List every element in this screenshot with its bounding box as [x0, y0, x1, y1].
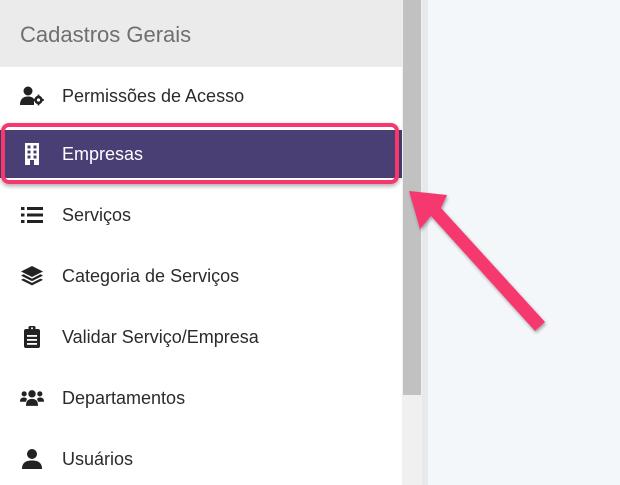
building-icon [20, 142, 44, 166]
scrollbar-thumb[interactable] [403, 0, 421, 395]
sidebar-item-label: Categoria de Serviços [62, 265, 240, 286]
layers-icon [20, 264, 44, 288]
sidebar-item-usuarios[interactable]: Usuários [0, 435, 402, 483]
sidebar-item-label: Departamentos [62, 387, 186, 408]
sidebar-item-label: Usuários [62, 448, 134, 469]
sidebar-item-label: Empresas [62, 143, 144, 164]
sidebar-item-validar-servico-empresa[interactable]: Validar Serviço/Empresa [0, 313, 402, 361]
sidebar-item-servicos[interactable]: Serviços [0, 191, 402, 239]
clipboard-icon [20, 325, 44, 349]
sidebar-item-departamentos[interactable]: Departamentos [0, 374, 402, 422]
sidebar-item-label: Validar Serviço/Empresa [62, 326, 259, 347]
sidebar-item-empresas[interactable]: Empresas [0, 130, 402, 178]
user-gear-icon [20, 84, 44, 108]
section-title: Cadastros Gerais [20, 22, 192, 47]
sidebar-item-categoria-de-servicos[interactable]: Categoria de Serviços [0, 252, 402, 300]
users-icon [20, 386, 44, 410]
main-content [428, 0, 620, 485]
page: Cadastros Gerais Permissões de Acesso Em… [0, 0, 620, 485]
user-icon [20, 447, 44, 471]
sidebar-item-label: Permissões de Acesso [62, 85, 245, 106]
sidebar: Cadastros Gerais Permissões de Acesso Em… [0, 0, 402, 485]
sidebar-item-permissoes-de-acesso[interactable]: Permissões de Acesso [0, 72, 402, 120]
list-icon [20, 203, 44, 227]
sidebar-item-label: Serviços [62, 204, 132, 225]
section-header: Cadastros Gerais [0, 0, 402, 67]
